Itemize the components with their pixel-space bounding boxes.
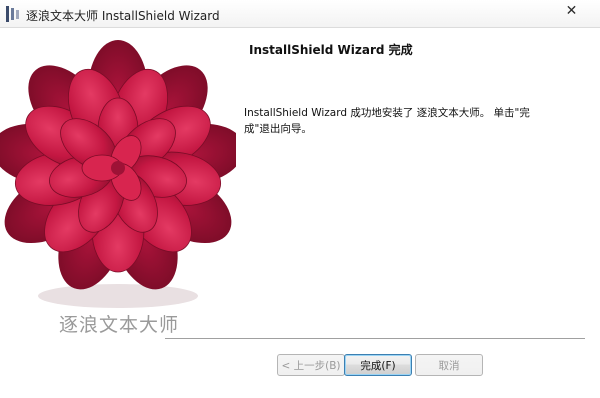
title-bar[interactable]: 逐浪文本大师 InstallShield Wizard ✕ bbox=[0, 0, 600, 28]
finish-button[interactable]: 完成(F) bbox=[344, 354, 412, 376]
back-button[interactable]: < 上一步(B) bbox=[277, 354, 345, 376]
close-icon: ✕ bbox=[565, 3, 578, 19]
installer-app-icon bbox=[5, 5, 21, 23]
page-heading: InstallShield Wizard 完成 bbox=[249, 43, 413, 57]
close-button[interactable]: ✕ bbox=[550, 1, 593, 21]
sidebar-banner: 逐浪文本大师 bbox=[0, 28, 236, 353]
footer-separator bbox=[165, 338, 585, 340]
window-title: 逐浪文本大师 InstallShield Wizard bbox=[26, 9, 220, 23]
product-name-watermark: 逐浪文本大师 bbox=[59, 314, 180, 336]
cancel-button[interactable]: 取消 bbox=[415, 354, 483, 376]
installer-window: 逐浪文本大师 InstallShield Wizard ✕ 逐浪文本大师 Ins… bbox=[0, 0, 600, 398]
lotus-flower-illustration bbox=[0, 40, 236, 308]
completion-message: InstallShield Wizard 成功地安装了 逐浪文本大师。 单击"完… bbox=[244, 107, 530, 135]
